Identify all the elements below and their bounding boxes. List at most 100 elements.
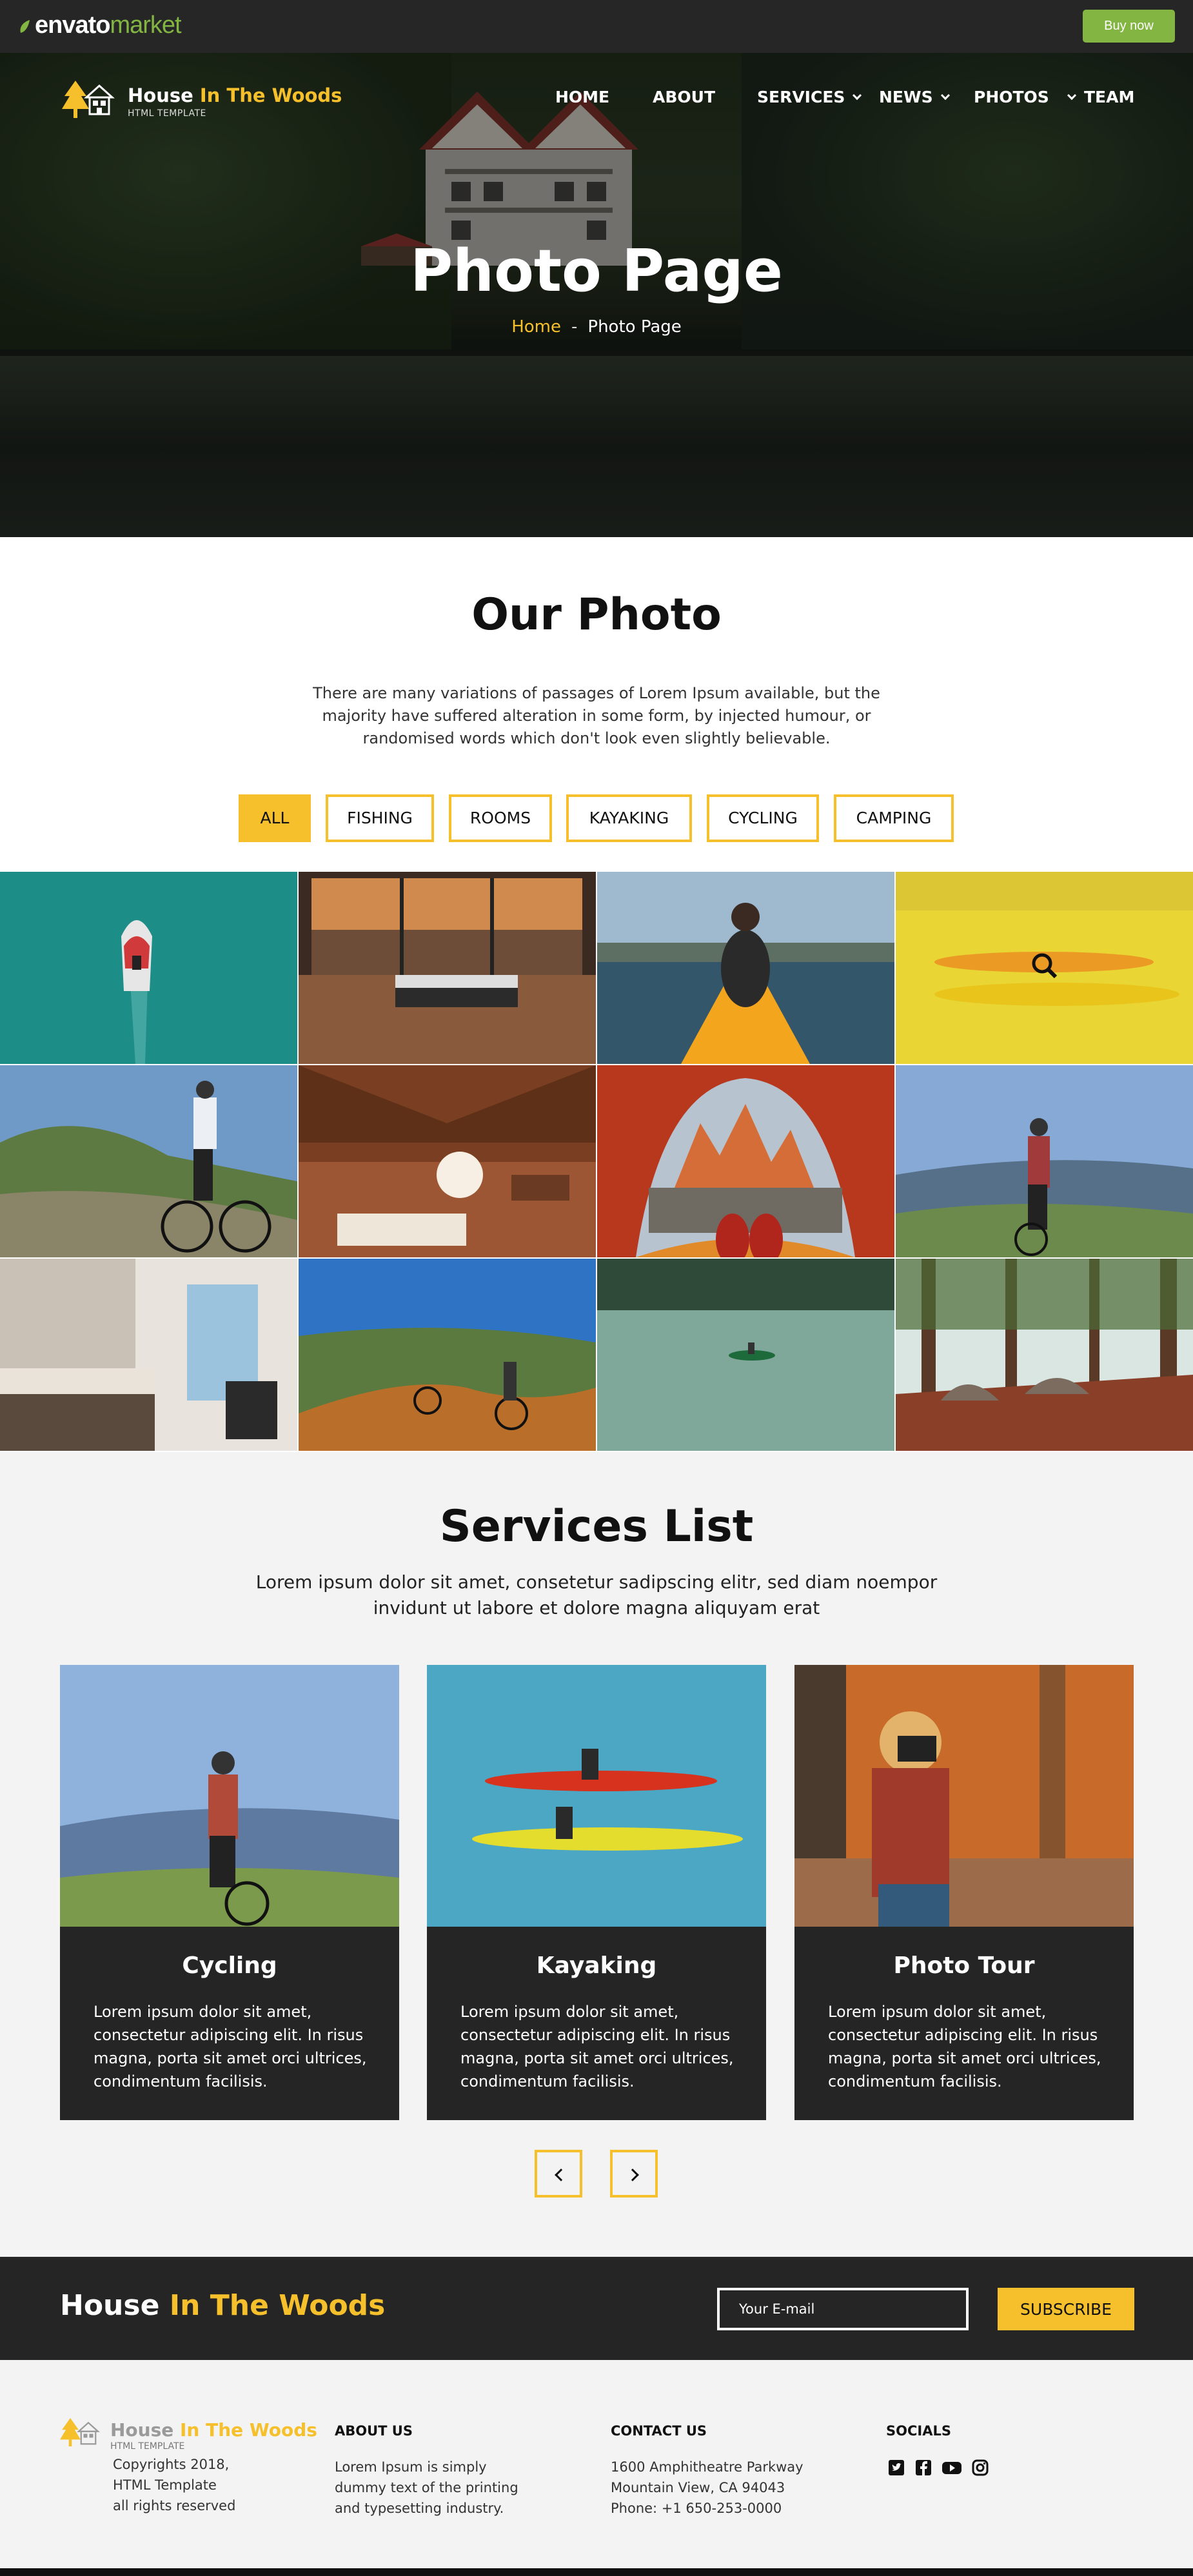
forest-camp-photo <box>896 1259 1193 1451</box>
filter-camping[interactable]: CAMPING <box>834 794 954 842</box>
carousel-prev-button[interactable] <box>535 2150 582 2197</box>
service-card-kayaking[interactable]: Kayaking Lorem ipsum dolor sit amet, con… <box>427 1665 766 2120</box>
gallery-item-forest-camp[interactable] <box>896 1259 1193 1451</box>
envato-logo[interactable]: envatomarket <box>18 12 182 39</box>
twitter-icon[interactable] <box>887 2459 905 2477</box>
footer: House In The Woods HTML TEMPLATE Copyrig… <box>0 2360 1193 2568</box>
boat-photo <box>0 872 297 1064</box>
footer-brand-b: In The Woods <box>180 2419 317 2441</box>
gallery-item-kayak[interactable] <box>597 872 894 1064</box>
footer-socials-title: SOCIALS <box>886 2423 951 2439</box>
brand-name-b: In The Woods <box>199 84 342 106</box>
photo-gallery <box>0 872 1193 1452</box>
breadcrumb-current: Photo Page <box>587 317 682 337</box>
instagram-icon[interactable] <box>971 2459 989 2477</box>
gallery-item-tent-view[interactable] <box>597 1065 894 1257</box>
email-field[interactable] <box>717 2288 969 2330</box>
breadcrumb-home[interactable]: Home <box>511 317 561 337</box>
facebook-icon[interactable] <box>914 2459 932 2477</box>
nav-services[interactable]: SERVICES <box>757 88 862 106</box>
nav-team[interactable]: TEAM <box>1067 88 1135 106</box>
bedroom-photo <box>299 872 596 1064</box>
filter-rooms[interactable]: ROOMS <box>449 794 552 842</box>
cycling-photo <box>60 1665 399 1927</box>
services-section: Services List Lorem ipsum dolor sit amet… <box>0 1452 1193 2257</box>
gallery-item-boat[interactable] <box>0 872 297 1064</box>
gallery-item-yellow-kayak[interactable] <box>896 872 1193 1064</box>
envato-bar: envatomarket Buy now <box>0 0 1193 53</box>
service-card-cycling[interactable]: Cycling Lorem ipsum dolor sit amet, cons… <box>60 1665 399 2120</box>
breadcrumb: Home - Photo Page <box>0 317 1193 337</box>
kayaking-photo <box>427 1665 766 1927</box>
filter-cycling[interactable]: CYCLING <box>707 794 819 842</box>
copyright-line: all rights reserved <box>113 2498 236 2513</box>
photo-tour-photo <box>794 1665 1134 1927</box>
service-card-title: Photo Tour <box>893 1952 1035 1979</box>
bike-trail-photo <box>299 1259 596 1451</box>
footer-copyright: Copyrights 2018, HTML Template all right… <box>113 2454 255 2516</box>
breadcrumb-separator: - <box>571 317 578 337</box>
nav-team-label: TEAM <box>1084 88 1135 106</box>
filter-fishing[interactable]: FISHING <box>326 794 434 842</box>
subscribe-brand-b: In The Woods <box>169 2289 386 2322</box>
subscribe-bar: House In The Woods SUBSCRIBE <box>0 2257 1193 2360</box>
brand-name-a: House <box>128 84 193 106</box>
gallery-item-hotel-room[interactable] <box>0 1259 297 1451</box>
footer-logo-name: House In The Woods <box>110 2419 317 2441</box>
footer-logo-tagline: HTML TEMPLATE <box>110 2441 185 2452</box>
tent-view-photo <box>597 1065 894 1257</box>
carousel-next-button[interactable] <box>610 2150 658 2197</box>
leaf-icon <box>20 20 30 33</box>
lake-canoe-photo <box>597 1259 894 1451</box>
youtube-icon[interactable] <box>942 2459 962 2477</box>
footer-bottom-bar <box>0 2568 1193 2576</box>
cyclist-mountain-photo <box>0 1065 297 1257</box>
subscribe-brand-a: House <box>60 2289 160 2322</box>
page-title: Photo Page <box>410 237 783 305</box>
kayak-photo <box>597 872 894 1064</box>
copyright-line: Copyrights 2018, <box>113 2457 230 2472</box>
nav-home[interactable]: HOME <box>555 88 609 106</box>
filter-kayaking[interactable]: KAYAKING <box>566 794 692 842</box>
contact-city-line: Mountain View, CA 94043 <box>611 2480 785 2495</box>
services-intro: Lorem ipsum dolor sit amet, consetetur s… <box>255 1571 938 1618</box>
footer-about-title: ABOUT US <box>335 2423 413 2439</box>
gallery-item-lake-canoe[interactable] <box>597 1259 894 1451</box>
gallery-item-cyclist-valley[interactable] <box>896 1065 1193 1257</box>
nav-news-label: NEWS <box>879 88 933 106</box>
envato-logo-sub: market <box>110 12 181 39</box>
chevron-right-icon <box>626 2168 639 2181</box>
gallery-item-bike-trail[interactable] <box>299 1259 596 1451</box>
service-card-text: Lorem ipsum dolor sit amet, consectetur … <box>460 2003 734 2090</box>
gallery-item-attic-bedroom[interactable] <box>299 1065 596 1257</box>
footer-contact-text: 1600 Amphitheatre Parkway Mountain View,… <box>611 2457 817 2519</box>
nav-about[interactable]: ABOUT <box>653 88 715 106</box>
site-logo-tagline: HTML TEMPLATE <box>128 108 206 119</box>
service-card-text: Lorem ipsum dolor sit amet, consectetur … <box>94 2003 367 2090</box>
chevron-down-icon <box>853 90 862 101</box>
filter-all[interactable]: ALL <box>239 794 311 842</box>
hotel-room-photo <box>0 1259 297 1451</box>
service-card-image <box>60 1665 399 1927</box>
gallery-item-bedroom[interactable] <box>299 872 596 1064</box>
nav-photos[interactable]: PHOTOS <box>974 88 1049 106</box>
service-card-photo-tour[interactable]: Photo Tour Lorem ipsum dolor sit amet, c… <box>794 1665 1134 2120</box>
footer-brand-a: House <box>110 2419 174 2441</box>
subscribe-button[interactable]: SUBSCRIBE <box>998 2288 1134 2330</box>
nav-services-label: SERVICES <box>757 88 845 106</box>
copyright-line: HTML Template <box>113 2477 217 2493</box>
gallery-item-cyclist-mountain[interactable] <box>0 1065 297 1257</box>
service-card-text: Lorem ipsum dolor sit amet, consectetur … <box>828 2003 1101 2090</box>
house-icon <box>84 84 115 115</box>
service-card-image <box>427 1665 766 1927</box>
yellow-kayak-photo <box>896 872 1193 1064</box>
contact-address-line: 1600 Amphitheatre Parkway <box>611 2459 804 2475</box>
footer-contact-title: CONTACT US <box>611 2423 707 2439</box>
footer-about-text: Lorem Ipsum is simply dummy text of the … <box>335 2459 518 2516</box>
buy-now-button[interactable]: Buy now <box>1083 10 1175 43</box>
house-icon <box>77 2421 100 2445</box>
photo-section-title: Our Photo <box>471 589 722 640</box>
chevron-down-icon <box>940 90 950 101</box>
nav-news[interactable]: NEWS <box>879 88 950 106</box>
service-card-image <box>794 1665 1134 1927</box>
